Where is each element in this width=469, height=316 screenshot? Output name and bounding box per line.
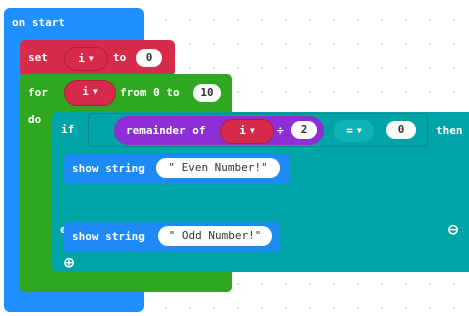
for-keyword: for: [28, 86, 48, 99]
if-keyword: if: [61, 123, 75, 136]
for-end-value-field[interactable]: 10: [193, 84, 221, 102]
remainder-variable-dropdown[interactable]: i ▼: [220, 119, 274, 144]
chevron-down-icon: ▼: [356, 126, 362, 135]
remove-icon[interactable]: ⊖: [444, 221, 462, 239]
show-string-odd-text[interactable]: " Odd Number!": [158, 226, 272, 246]
remainder-label: remainder of: [126, 124, 206, 137]
divisor-field[interactable]: 2: [291, 121, 317, 139]
compare-value-field[interactable]: 0: [386, 121, 416, 139]
set-variable-dropdown[interactable]: i ▼: [64, 47, 108, 71]
set-to-label: to: [113, 51, 127, 64]
compare-operator-dropdown[interactable]: = ▼: [334, 120, 374, 142]
for-from-label: from 0 to: [120, 86, 180, 99]
for-do-label: do: [28, 113, 42, 126]
then-label: then: [436, 124, 463, 137]
chevron-down-icon: ▼: [249, 126, 255, 135]
chevron-down-icon: ▼: [92, 87, 98, 96]
add-icon[interactable]: ⊕: [60, 254, 78, 272]
set-value-field[interactable]: 0: [136, 49, 162, 67]
for-variable-dropdown[interactable]: i ▼: [64, 80, 116, 106]
show-string-even-label: show string: [72, 162, 145, 175]
show-string-odd-label: show string: [72, 230, 145, 243]
on-start-label: on start: [12, 16, 65, 29]
set-keyword: set: [28, 51, 48, 64]
divide-operator: ÷: [277, 124, 284, 137]
show-string-even-text[interactable]: " Even Number!": [156, 158, 280, 178]
chevron-down-icon: ▼: [88, 54, 94, 63]
